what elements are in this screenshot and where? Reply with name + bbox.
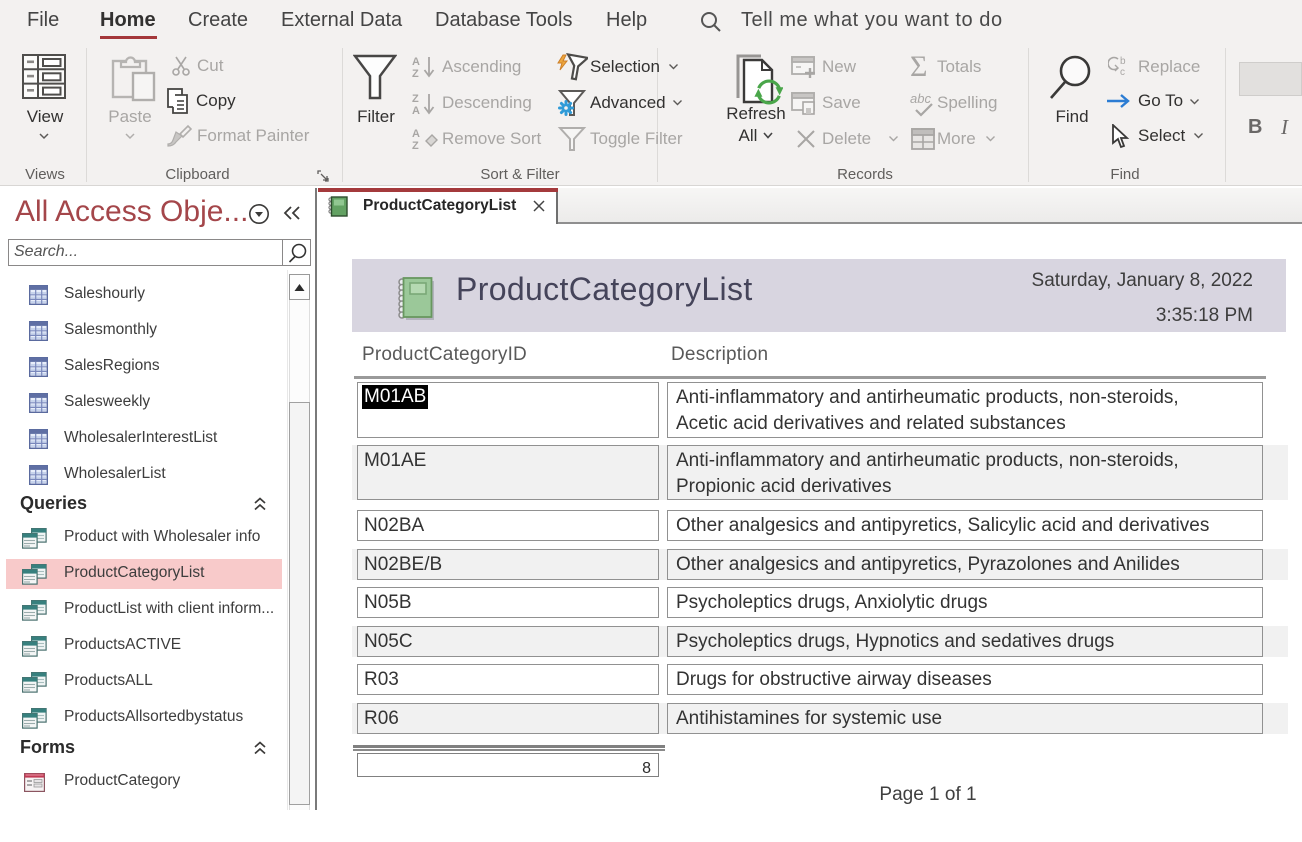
svg-text:A: A: [412, 105, 420, 116]
svg-text:A: A: [412, 128, 420, 140]
svg-text:c: c: [1120, 67, 1125, 77]
svg-text:Z: Z: [412, 93, 419, 105]
svg-text:Z: Z: [412, 68, 419, 79]
svg-text:b: b: [1120, 56, 1126, 67]
svg-text:Z: Z: [412, 140, 419, 151]
svg-text:abc: abc: [910, 92, 931, 106]
svg-text:A: A: [412, 56, 420, 68]
